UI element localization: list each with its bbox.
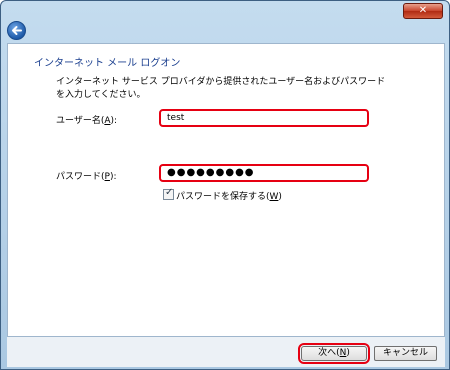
content-area: インターネット メール ログオン インターネット サービス プロバイダから提供さ… xyxy=(7,43,445,337)
back-arrow-icon xyxy=(12,26,22,35)
title-bar: ✕ xyxy=(1,1,449,19)
remember-password-checkbox[interactable]: ✓ xyxy=(163,187,174,200)
close-button[interactable]: ✕ xyxy=(403,3,443,19)
username-field[interactable]: test xyxy=(159,109,369,127)
close-icon: ✕ xyxy=(418,5,428,16)
instructions-text: インターネット サービス プロバイダから提供されたユーザー名およびパスワードを入… xyxy=(56,77,386,100)
cancel-button[interactable]: キャンセル xyxy=(374,346,437,361)
page-title: インターネット メール ログオン xyxy=(34,58,181,69)
remember-password-row[interactable]: ✓ パスワードを保存する(W) xyxy=(163,187,282,202)
remember-password-label: パスワードを保存する(W) xyxy=(176,192,282,202)
dialog-window: ✕ インターネット メール ログオン インターネット サービス プロバイダから提… xyxy=(0,0,450,370)
back-button[interactable] xyxy=(7,21,26,40)
password-value: ●●●●●●●●● xyxy=(167,167,255,178)
password-label: パスワード(P): xyxy=(56,172,117,182)
navigation-bar xyxy=(5,19,445,43)
button-bar: 次へ(N) キャンセル xyxy=(7,337,445,367)
next-button[interactable]: 次へ(N) xyxy=(298,343,370,364)
username-value: test xyxy=(167,113,185,123)
username-label: ユーザー名(A): xyxy=(56,116,118,126)
password-field[interactable]: ●●●●●●●●● xyxy=(159,164,369,182)
checkmark-icon: ✓ xyxy=(165,187,174,198)
